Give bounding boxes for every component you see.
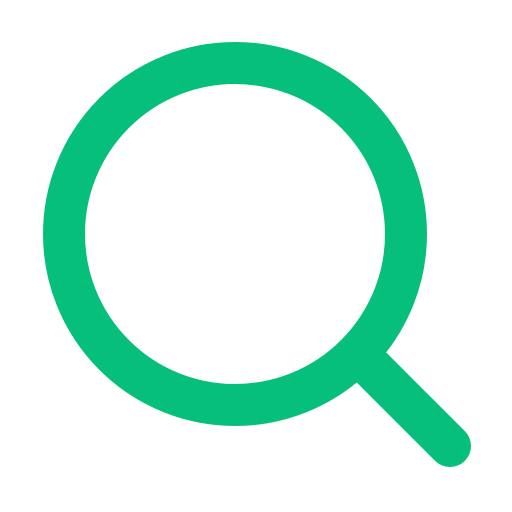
search-icon-lens xyxy=(43,42,427,426)
search-icon-container[interactable] xyxy=(0,0,512,512)
search-icon-handle xyxy=(351,347,471,467)
search-icon[interactable] xyxy=(0,0,512,512)
